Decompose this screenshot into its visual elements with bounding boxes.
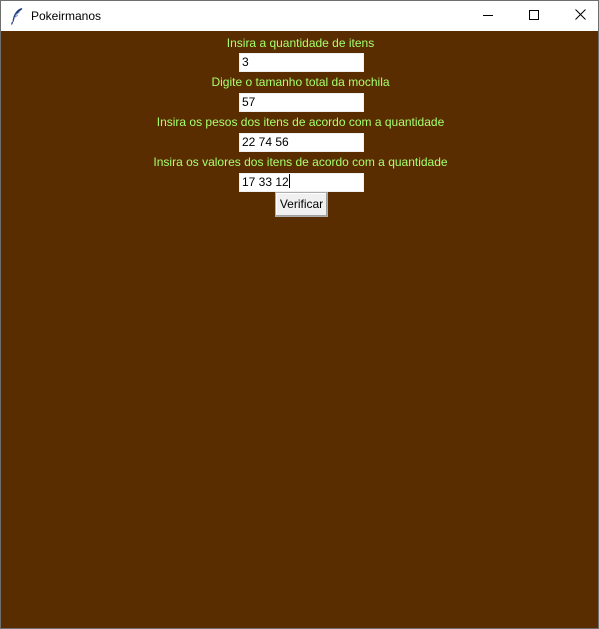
window-title: Pokeirmanos (31, 9, 102, 23)
capacity-label: Digite o tamanho total da mochila (211, 75, 390, 89)
close-icon (574, 7, 586, 25)
close-button[interactable] (557, 1, 598, 31)
app-window: Pokeirmanos Insira a quantidade de itens… (0, 0, 599, 629)
maximize-icon (529, 7, 539, 25)
values-input[interactable]: 17 33 12 (239, 173, 364, 192)
title-bar[interactable]: Pokeirmanos (1, 1, 598, 31)
quantity-label: Insira a quantidade de itens (226, 36, 375, 50)
minimize-icon (483, 7, 493, 25)
values-input-text: 17 33 12 (242, 175, 289, 189)
values-label: Insira os valores dos itens de acordo co… (153, 155, 448, 169)
weights-input[interactable]: 22 74 56 (239, 133, 364, 152)
form-area: Insira a quantidade de itens 3 Digite o … (1, 31, 598, 628)
capacity-input[interactable]: 57 (239, 93, 364, 112)
weights-label: Insira os pesos dos itens de acordo com … (156, 115, 445, 129)
verify-button[interactable]: Verificar (275, 192, 328, 217)
feather-icon (10, 7, 24, 25)
text-caret (288, 174, 290, 188)
minimize-button[interactable] (465, 1, 511, 31)
quantity-input[interactable]: 3 (239, 53, 364, 72)
maximize-button[interactable] (511, 1, 557, 31)
